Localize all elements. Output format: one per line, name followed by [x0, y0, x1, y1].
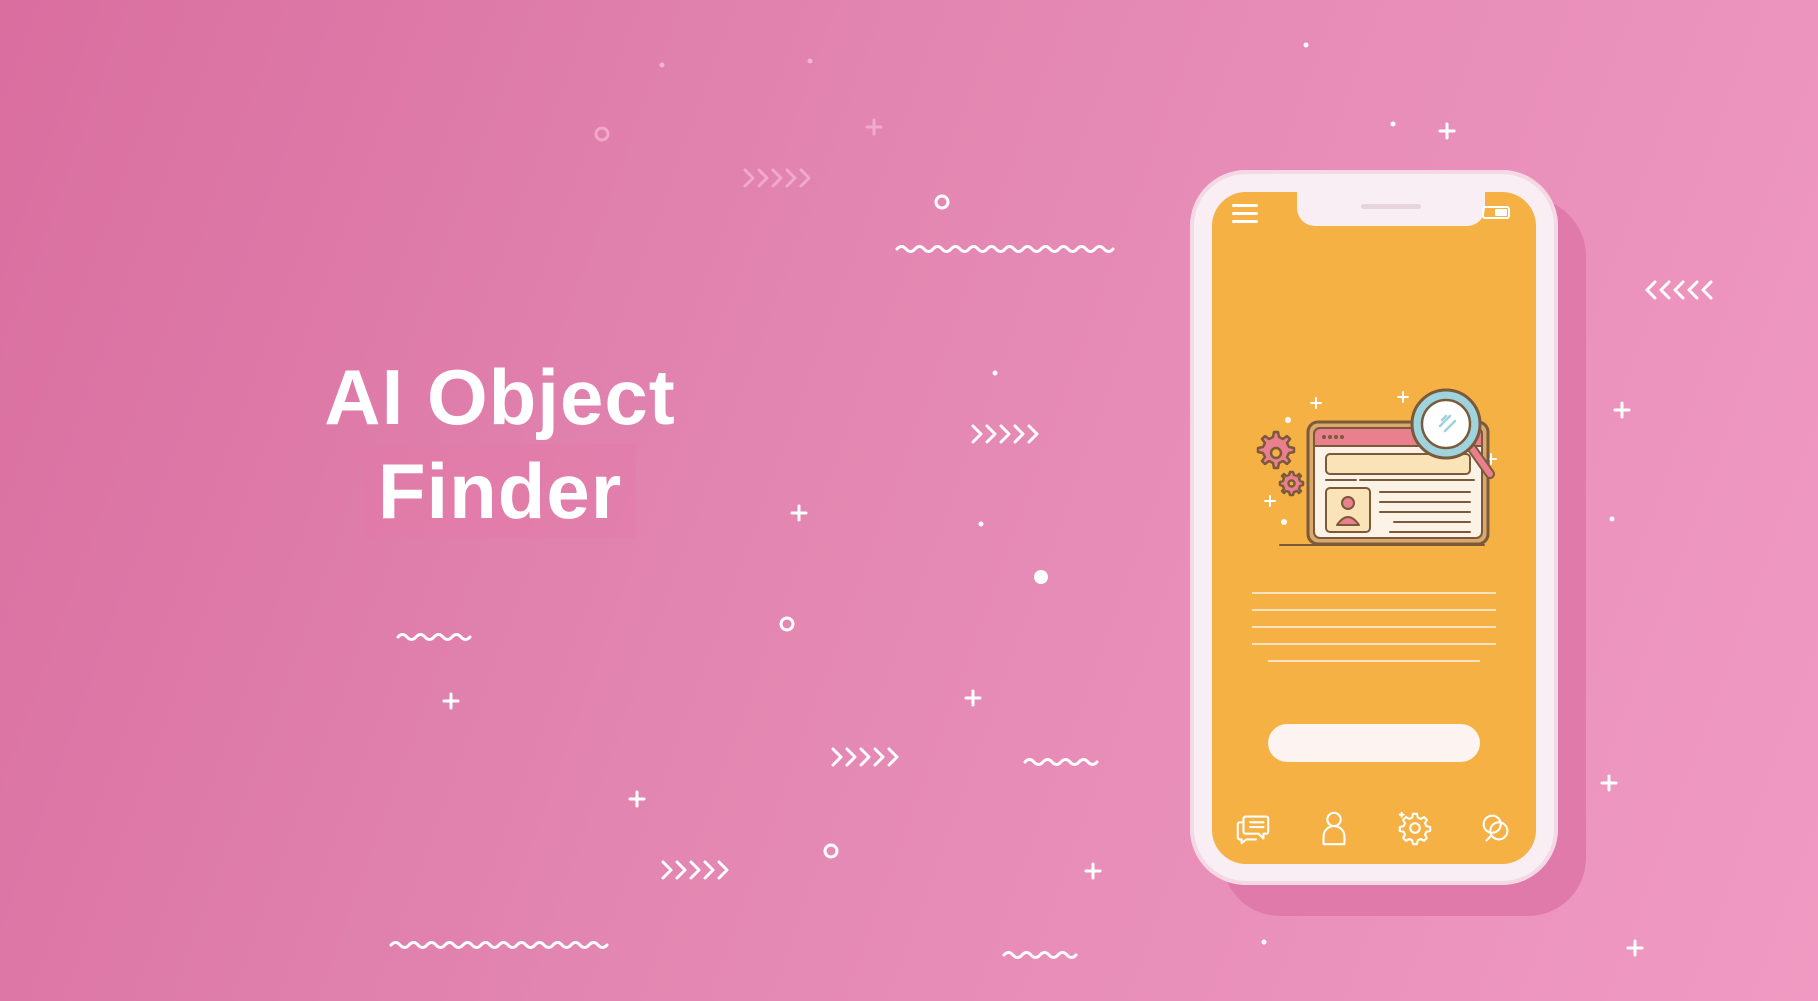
battery-icon [1482, 206, 1510, 219]
bottom-tab-bar [1212, 792, 1536, 864]
menu-icon[interactable] [1232, 204, 1258, 226]
primary-action-button[interactable] [1268, 724, 1480, 762]
hero-banner: AI Object Finder [0, 0, 1818, 1001]
speaker-grille [1361, 204, 1421, 209]
tab-chat[interactable] [1231, 806, 1275, 850]
phone-mockup [1190, 170, 1558, 885]
tab-profile[interactable] [1312, 806, 1356, 850]
user-icon [1322, 811, 1345, 846]
content-placeholder-lines [1252, 592, 1496, 677]
phone-notch [1297, 192, 1485, 226]
hero-title-line1: AI Object [324, 353, 676, 441]
chat-icon [1236, 815, 1269, 845]
phone-screen [1212, 192, 1536, 864]
gear-icon [1398, 811, 1431, 846]
phone-frame [1190, 170, 1558, 885]
tab-settings[interactable] [1393, 806, 1437, 850]
hero-title: AI Object Finder [280, 350, 720, 538]
tab-search[interactable] [1474, 806, 1518, 850]
hero-title-line2: Finder [363, 444, 637, 538]
browser-window-with-magnifier-icon [1256, 388, 1497, 546]
search-icon [1482, 814, 1508, 842]
